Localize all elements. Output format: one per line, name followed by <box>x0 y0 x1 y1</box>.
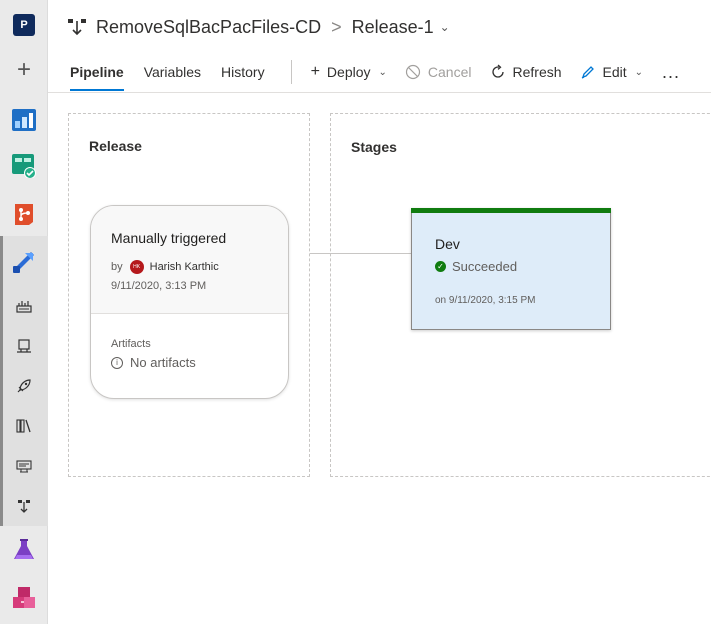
more-icon: ... <box>662 61 681 82</box>
artifacts-label: Artifacts <box>111 338 151 350</box>
nav-repos[interactable] <box>0 200 48 228</box>
edit-chevron-down-icon: ⌄ <box>634 66 644 78</box>
release-card[interactable]: Manually triggered by HK Harish Karthic … <box>90 205 289 399</box>
breadcrumb: RemoveSqlBacPacFiles-CD > Release-1 ⌄ <box>68 14 450 40</box>
stage-card-dev[interactable]: Dev ✓ Succeeded on 9/11/2020, 3:15 PM <box>411 208 611 330</box>
artifacts-value-text: No artifacts <box>130 355 196 370</box>
left-nav-rail: P + <box>0 0 48 624</box>
test-plans-icon <box>14 539 34 559</box>
release-selector-chevron-down-icon[interactable]: ⌄ <box>440 20 450 34</box>
pipeline-name-link[interactable]: RemoveSqlBacPacFiles-CD <box>96 17 321 38</box>
refresh-label: Refresh <box>512 64 562 80</box>
nav-pipelines-releases[interactable] <box>0 374 48 398</box>
nav-pipelines-builds[interactable] <box>0 294 48 318</box>
cancel-icon <box>405 64 421 80</box>
release-pipeline-icon <box>68 19 86 36</box>
release-name[interactable]: Release-1 <box>352 17 434 38</box>
environments-icon <box>17 339 31 353</box>
deploy-label: Deploy <box>326 64 371 80</box>
avatar: HK <box>129 260 144 274</box>
tab-history-label: History <box>221 64 265 80</box>
stage-name: Dev <box>435 236 460 252</box>
trigger-date: 9/11/2020, 3:13 PM <box>111 280 207 292</box>
stage-status-bar <box>411 208 611 213</box>
refresh-button[interactable]: Refresh <box>481 52 571 92</box>
edit-label: Edit <box>602 64 627 80</box>
artifacts-icon <box>13 587 35 608</box>
cancel-label: Cancel <box>427 64 472 80</box>
stage-status-text: Succeeded <box>452 259 518 274</box>
page-header: RemoveSqlBacPacFiles-CD > Release-1 ⌄ Pi… <box>48 0 711 93</box>
deploy-chevron-down-icon: ⌄ <box>378 66 387 78</box>
overview-icon <box>12 109 36 131</box>
check-circle-icon: ✓ <box>435 261 446 272</box>
org-badge[interactable]: P <box>0 12 48 38</box>
library-icon <box>16 419 31 433</box>
new-project-button[interactable]: + <box>0 56 48 84</box>
nav-pipelines-environments[interactable] <box>0 334 48 358</box>
deploy-button[interactable]: + Deploy ⌄ <box>302 52 396 92</box>
triggered-by: by HK Harish Karthic <box>111 260 219 274</box>
rocket-icon <box>17 379 31 393</box>
release-panel-title: Release <box>89 138 142 154</box>
boards-icon <box>12 154 36 178</box>
plus-icon: + <box>310 63 320 80</box>
nav-pipelines[interactable] <box>0 248 48 276</box>
task-groups-icon <box>16 460 32 473</box>
tab-variables-label: Variables <box>143 64 202 80</box>
stage-status: ✓ Succeeded <box>435 259 517 274</box>
stage-completed-on: on 9/11/2020, 3:15 PM <box>435 295 536 306</box>
edit-button[interactable]: Edit ⌄ <box>571 52 653 92</box>
deployment-groups-icon <box>18 500 30 513</box>
tab-pipeline[interactable]: Pipeline <box>48 52 134 92</box>
command-bar: Pipeline Variables History + Deploy ⌄ Ca… <box>48 52 711 92</box>
tab-pipeline-label: Pipeline <box>70 64 124 80</box>
nav-pipelines-library[interactable] <box>0 414 48 438</box>
plus-icon: + <box>16 56 31 83</box>
nav-boards[interactable] <box>0 152 48 180</box>
tab-variables[interactable]: Variables <box>134 52 211 92</box>
user-name: Harish Karthic <box>149 261 219 273</box>
nav-test-plans[interactable] <box>0 536 48 564</box>
cancel-button[interactable]: Cancel <box>396 52 481 92</box>
by-label: by <box>111 261 123 273</box>
artifacts-value: i No artifacts <box>111 355 196 370</box>
stages-panel-title: Stages <box>351 139 397 155</box>
nav-pipelines-deployment-groups[interactable] <box>0 494 48 518</box>
tab-history[interactable]: History <box>211 52 275 92</box>
pencil-icon <box>581 66 594 79</box>
org-initial: P <box>13 14 35 36</box>
nav-pipelines-task-groups[interactable] <box>0 454 48 478</box>
nav-artifacts[interactable] <box>0 584 48 612</box>
command-divider <box>290 60 292 84</box>
pipelines-icon <box>13 252 34 273</box>
breadcrumb-separator: > <box>331 16 342 37</box>
nav-overview[interactable] <box>0 106 48 134</box>
trigger-title: Manually triggered <box>111 230 227 246</box>
info-icon: i <box>111 356 123 369</box>
more-actions-button[interactable]: ... <box>652 62 690 83</box>
builds-icon <box>16 301 32 313</box>
refresh-icon <box>491 64 504 78</box>
repos-icon <box>15 204 33 225</box>
